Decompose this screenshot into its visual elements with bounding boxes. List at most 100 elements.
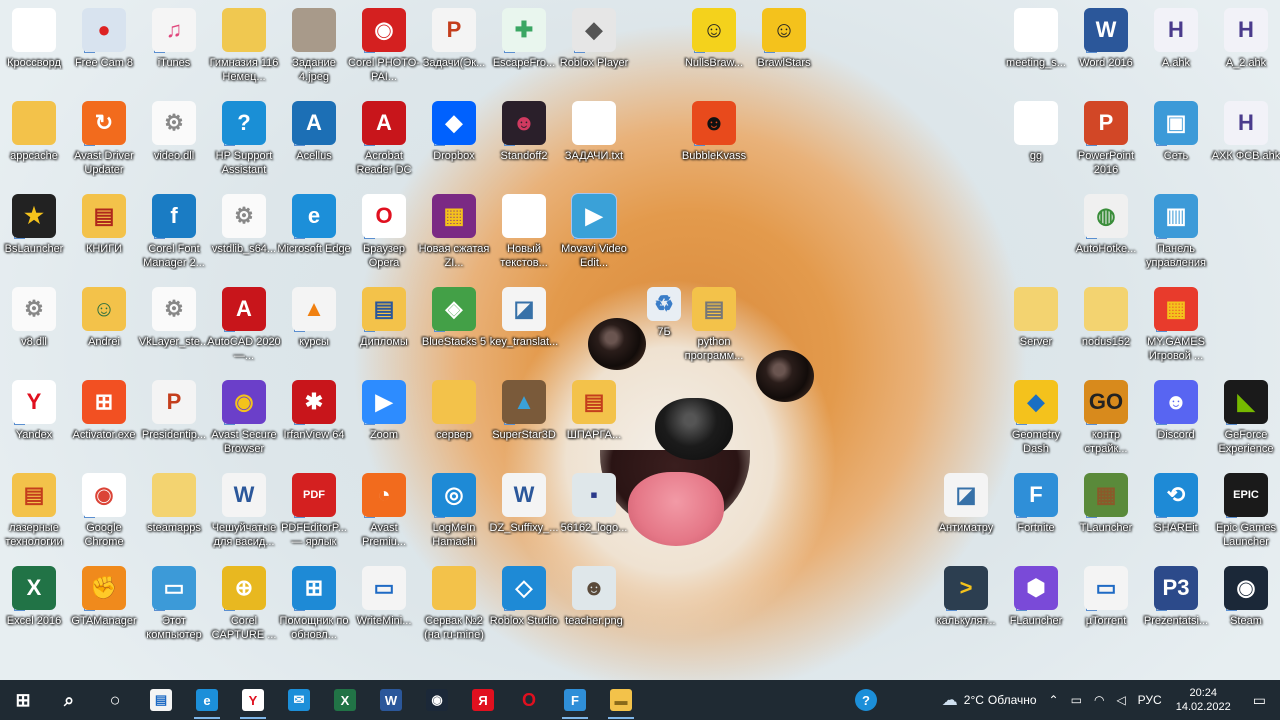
icon-freecam8[interactable]: ↗●Free Cam 8 — [66, 4, 142, 94]
icon-this-pc[interactable]: ↗▭Этот компьютер — [136, 562, 212, 652]
icon-nulls-brawl[interactable]: ↗☺NullsBraw... — [676, 4, 752, 94]
icon-itunes[interactable]: ↗♫iTunes — [136, 4, 212, 94]
icon-new-text[interactable]: Новый текстов... — [486, 190, 562, 280]
icon-autocad[interactable]: ↗AAutoCAD 2020 —... — [206, 283, 282, 373]
icon-powerpoint2016[interactable]: ↗PPowerPoint 2016 — [1068, 97, 1144, 187]
icon-roblox-player[interactable]: ↗◆Roblox Player — [556, 4, 632, 94]
icon-edge[interactable]: ↗eMicrosoft Edge — [276, 190, 352, 280]
icon-brawl-stars[interactable]: ↗☺BrawlStars — [746, 4, 822, 94]
icon-meeting[interactable]: meeting_s... — [998, 4, 1074, 94]
icon-teacher-png[interactable]: ☻ teacher.png — [556, 562, 632, 652]
icon-pdfeditor[interactable]: ↗PDFPDFEditorP... — ярлык — [276, 469, 352, 559]
icon-key-translate[interactable]: ◪ key_translat... — [486, 283, 562, 373]
icon-writemini[interactable]: ▭ WriteMini... — [346, 562, 422, 652]
network-button[interactable]: ◠ — [1088, 693, 1110, 707]
icon-network[interactable]: ↗▣Сеть — [1138, 97, 1214, 187]
icon-word2016[interactable]: ↗WWord 2016 — [1068, 4, 1144, 94]
icon-appcache[interactable]: appcache — [0, 97, 72, 187]
icon-tlauncher[interactable]: ↗▦TLauncher — [1068, 469, 1144, 559]
icon-roblox-studio[interactable]: ↗◇Roblox Studio — [486, 562, 562, 652]
icon-corel-font[interactable]: ↗fCorel Font Manager 2... — [136, 190, 212, 280]
icon-yandex[interactable]: ↗YYandex — [0, 376, 72, 466]
icon-laser-tech[interactable]: ▤ лазерные технологии — [0, 469, 72, 559]
icon-dz-suffix[interactable]: W DZ_Suffixy_... — [486, 469, 562, 559]
icon-vstdlib[interactable]: ⚙ vstdlib_s64... — [206, 190, 282, 280]
volume-button[interactable]: ◁ — [1110, 693, 1131, 707]
icon-avast-browser[interactable]: ↗◉Avast Secure Browser — [206, 376, 282, 466]
icon-gymnasium[interactable]: Гимназия 116 Немец... — [206, 4, 282, 94]
word-taskbar-button[interactable]: W — [368, 680, 414, 720]
store-button[interactable]: ▤ — [138, 680, 184, 720]
icon-zadachi-ppt[interactable]: P Задачи(Эк... — [416, 4, 492, 94]
yandex-taskbar-button[interactable]: Y — [230, 680, 276, 720]
icon-steam[interactable]: ↗◉Steam — [1208, 562, 1280, 652]
icon-shareit[interactable]: ↗⟲SHAREit — [1138, 469, 1214, 559]
weather-widget[interactable]: ☁ 2°C Облачно — [936, 690, 1043, 710]
icon-steamapps[interactable]: steamapps — [136, 469, 212, 559]
icon-corel-capture[interactable]: ↗⊕Corel CAPTURE ... — [206, 562, 282, 652]
icon-v8-dll[interactable]: ⚙ v8.dll — [0, 283, 72, 373]
start-button-button[interactable]: ⊞ — [0, 680, 46, 720]
icon-antimatru[interactable]: ◪ Антиматру — [928, 469, 1004, 559]
icon-chrome[interactable]: ↗◉Google Chrome — [66, 469, 142, 559]
icon-standoff2[interactable]: ↗☻Standoff2 — [486, 97, 562, 187]
icon-avast-driver[interactable]: ↗↻Avast Driver Updater — [66, 97, 142, 187]
icon-fortnite[interactable]: ↗FFortnite — [998, 469, 1074, 559]
icon-discord[interactable]: ↗☻Discord — [1138, 376, 1214, 466]
icon-gtamanager[interactable]: ↗✊GTAManager — [66, 562, 142, 652]
icon-zadachi-txt[interactable]: ЗАДАЧИ.txt — [556, 97, 632, 187]
icon-update-assistant[interactable]: ↗⊞Помощник по обновл... — [276, 562, 352, 652]
icon-nodus152[interactable]: nodus152 — [1068, 283, 1144, 373]
icon-a2-ahk[interactable]: H A_2.ahk — [1208, 4, 1280, 94]
edge-taskbar-button[interactable]: e — [184, 680, 230, 720]
icon-bubblekvass[interactable]: ↗☻BubbleKvass — [676, 97, 752, 187]
icon-zoom[interactable]: ↗▶Zoom — [346, 376, 422, 466]
icon-movavi[interactable]: ↗▶Movavi Video Edit... — [556, 190, 632, 280]
mail-taskbar-button[interactable]: ✉ — [276, 680, 322, 720]
icon-video-dll[interactable]: ⚙ video.dll — [136, 97, 212, 187]
notifications-button[interactable]: ▭ — [1239, 692, 1280, 709]
steam-taskbar-button[interactable]: ◉ — [414, 680, 460, 720]
icon-hamachi[interactable]: ↗◎LogMeIn Hamachi — [416, 469, 492, 559]
icon-task4-jpeg[interactable]: Задание 4.jpeg — [276, 4, 352, 94]
icon-akh-fsv-ahk[interactable]: H АХК ФСВ.ahk — [1208, 97, 1280, 187]
icon-bluestacks[interactable]: ↗◈BlueStacks 5 — [416, 283, 492, 373]
icon-acrobat[interactable]: ↗AAcrobat Reader DC — [346, 97, 422, 187]
icon-superstar3d[interactable]: ↗▲SuperStar3D — [486, 376, 562, 466]
icon-a-ahk[interactable]: H A.ahk — [1138, 4, 1214, 94]
icon-acellus[interactable]: ↗AAcellus — [276, 97, 352, 187]
icon-mygames[interactable]: ↗▦MY.GAMES Игровой ... — [1138, 283, 1214, 373]
show-hidden-icons-button[interactable]: ⌃ — [1043, 693, 1065, 707]
battery-button[interactable]: ▭ — [1065, 693, 1088, 707]
icon-control-panel[interactable]: ↗▥Панель управления — [1138, 190, 1214, 280]
icon-crossword[interactable]: Кроссворд — [0, 4, 72, 94]
help-tray-button[interactable]: ? — [843, 680, 889, 720]
yandex-browser-taskbar-button[interactable]: Я — [460, 680, 506, 720]
language-indicator[interactable]: РУС — [1132, 693, 1168, 707]
icon-dropbox[interactable]: ↗◆Dropbox — [416, 97, 492, 187]
search-button[interactable]: ⌕ — [46, 680, 92, 720]
icon-presidentip[interactable]: P Presidentip... — [136, 376, 212, 466]
icon-epic-games[interactable]: ↗EPICEpic Games Launcher — [1208, 469, 1280, 559]
icon-books[interactable]: ▤ КНИГИ — [66, 190, 142, 280]
icon-excel2016[interactable]: ↗XExcel 2016 — [0, 562, 72, 652]
cortana-button[interactable]: ○ — [92, 680, 138, 720]
icon-geforce[interactable]: ↗◣GeForce Experience — [1208, 376, 1280, 466]
icon-prezentatsii[interactable]: ↗P3Prezentatsi... — [1138, 562, 1214, 652]
explorer-taskbar-button[interactable]: ▬ — [598, 680, 644, 720]
icon-gg[interactable]: gg — [998, 97, 1074, 187]
icon-shpargalki[interactable]: ▤ ШПАРГА... — [556, 376, 632, 466]
opera-taskbar-button[interactable]: O — [506, 680, 552, 720]
icon-winrar[interactable]: ▦ Новая сжатая ZI... — [416, 190, 492, 280]
icon-hp-support[interactable]: ↗?HP Support Assistant — [206, 97, 282, 187]
icon-flauncher[interactable]: ↗⬢FLauncher — [998, 562, 1074, 652]
icon-avast-premium[interactable]: ↗◔Avast Premiu... — [346, 469, 422, 559]
icon-opera[interactable]: ↗OБраузер Opera — [346, 190, 422, 280]
icon-chetyre-doc[interactable]: W Чешуйчатые для васид... — [206, 469, 282, 559]
icon-kursy[interactable]: ↗▲курсы — [276, 283, 352, 373]
icon-autohotkey[interactable]: ↗◍AutoHotke... — [1068, 190, 1144, 280]
icon-vklayer[interactable]: ⚙ VkLayer_ste... — [136, 283, 212, 373]
icon-logo-56162[interactable]: ▪ 56162_logo... — [556, 469, 632, 559]
icon-server-no2[interactable]: Сервак №2 (на ru-mine) — [416, 562, 492, 652]
clock[interactable]: 20:24 14.02.2022 — [1168, 686, 1239, 714]
